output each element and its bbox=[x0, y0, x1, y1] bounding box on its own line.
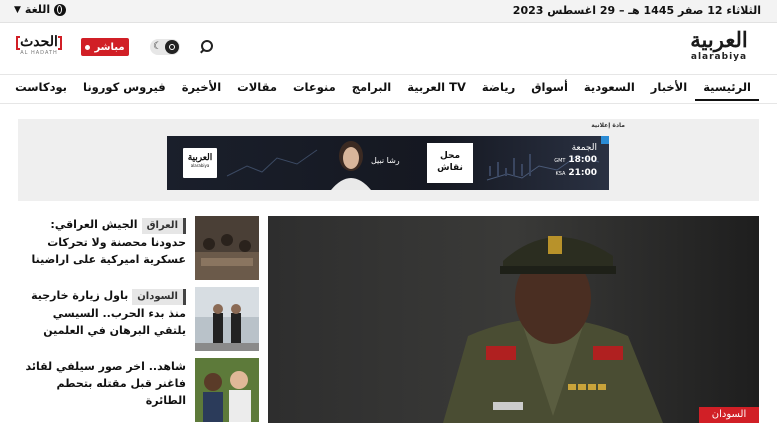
ad-alarabiya-logo: العربية alarabiya bbox=[183, 148, 217, 178]
nav-list: الرئيسية الأخبار السعودية أسواق رياضة ال… bbox=[7, 80, 759, 101]
globe-icon bbox=[54, 3, 67, 16]
top-bar: الثلاثاء 12 صفر 1445 هـ – 29 اغسطس 2023 … bbox=[0, 0, 777, 23]
hadath-logo-latin: AL HADATH bbox=[20, 50, 58, 56]
news-tag[interactable]: العراق bbox=[141, 218, 186, 234]
site-header: العربية alarabiya ☾ مباشر الحدث AL HADAT… bbox=[0, 22, 777, 75]
ad-program-title: محل نقاش bbox=[427, 143, 473, 183]
nav-item-markets[interactable]: أسواق bbox=[523, 80, 576, 101]
nav-item-programs[interactable]: البرامج bbox=[344, 80, 399, 101]
news-thumbnail[interactable] bbox=[195, 358, 259, 422]
hadath-logo-arabic: الحدث bbox=[20, 34, 58, 50]
ad-banner[interactable]: العربية alarabiya رشا نبيل محل نقاش الجم… bbox=[167, 136, 609, 190]
nav-item-latest[interactable]: الأخيرة bbox=[174, 80, 229, 101]
nav-item-articles[interactable]: مقالات bbox=[229, 80, 285, 101]
ad-schedule: الجمعة GMT 18:00 KSA 21:00 bbox=[554, 143, 597, 178]
ad-label: مادة إعلانية bbox=[591, 122, 625, 129]
news-thumbnail[interactable] bbox=[195, 216, 259, 280]
news-item[interactable]: السودانباول زيارة خارجية منذ بدء الحرب..… bbox=[18, 287, 259, 351]
nav-item-corona[interactable]: فيروس كورونا bbox=[75, 80, 174, 101]
live-button[interactable]: مباشر bbox=[81, 38, 129, 56]
dark-mode-toggle[interactable]: ☾ bbox=[150, 39, 180, 55]
live-label: مباشر bbox=[94, 41, 125, 53]
news-thumbnail[interactable] bbox=[195, 287, 259, 351]
alarabiya-logo[interactable]: العربية alarabiya bbox=[679, 28, 759, 68]
ad-container: مادة إعلانية العربية alarabiya رشا نبيل … bbox=[18, 119, 759, 201]
news-tag[interactable]: السودان bbox=[132, 289, 186, 305]
current-date: الثلاثاء 12 صفر 1445 هـ – 29 اغسطس 2023 bbox=[512, 4, 761, 17]
nav-item-variety[interactable]: منوعات bbox=[285, 80, 344, 101]
logo-latin: alarabiya bbox=[690, 52, 748, 62]
news-headline[interactable]: العراقالجيش العراقي: حدودنا محصنة ولا تح… bbox=[18, 216, 186, 268]
nav-item-podcast[interactable]: بودكاست bbox=[7, 80, 75, 101]
news-headline[interactable]: شاهد.. اخر صور سيلفي لقائد فاغنر قبل مقت… bbox=[18, 358, 186, 409]
moon-icon: ☾ bbox=[153, 41, 162, 52]
nav-item-saudi[interactable]: السعودية bbox=[576, 80, 643, 101]
presenter-image bbox=[331, 141, 371, 190]
main-nav: الرئيسية الأخبار السعودية أسواق رياضة ال… bbox=[0, 75, 777, 104]
chevron-down-icon: ▼ bbox=[14, 4, 21, 15]
nav-item-news[interactable]: الأخبار bbox=[643, 80, 695, 101]
search-button[interactable] bbox=[200, 40, 214, 54]
sun-icon bbox=[165, 40, 179, 54]
nav-item-sports[interactable]: رياضة bbox=[474, 80, 523, 101]
nav-item-tv[interactable]: العربية TV bbox=[399, 80, 474, 101]
ad-info-icon[interactable] bbox=[601, 136, 609, 144]
hero-tag[interactable]: السودان bbox=[699, 407, 759, 423]
hero-story[interactable]: السودان bbox=[268, 216, 759, 423]
hero-image bbox=[268, 216, 759, 423]
alhadath-logo[interactable]: الحدث AL HADATH bbox=[16, 34, 62, 62]
news-headline[interactable]: السودانباول زيارة خارجية منذ بدء الحرب..… bbox=[18, 287, 186, 339]
news-item[interactable]: شاهد.. اخر صور سيلفي لقائد فاغنر قبل مقت… bbox=[18, 358, 259, 422]
nav-item-home[interactable]: الرئيسية bbox=[695, 80, 759, 101]
live-dot-icon bbox=[85, 44, 91, 50]
language-label: اللغة bbox=[24, 3, 51, 16]
language-selector[interactable]: ▼ اللغة bbox=[14, 3, 67, 16]
logo-arabic: العربية bbox=[690, 27, 748, 52]
news-item[interactable]: العراقالجيش العراقي: حدودنا محصنة ولا تح… bbox=[18, 216, 259, 280]
ad-presenter-name: رشا نبيل bbox=[371, 156, 400, 165]
